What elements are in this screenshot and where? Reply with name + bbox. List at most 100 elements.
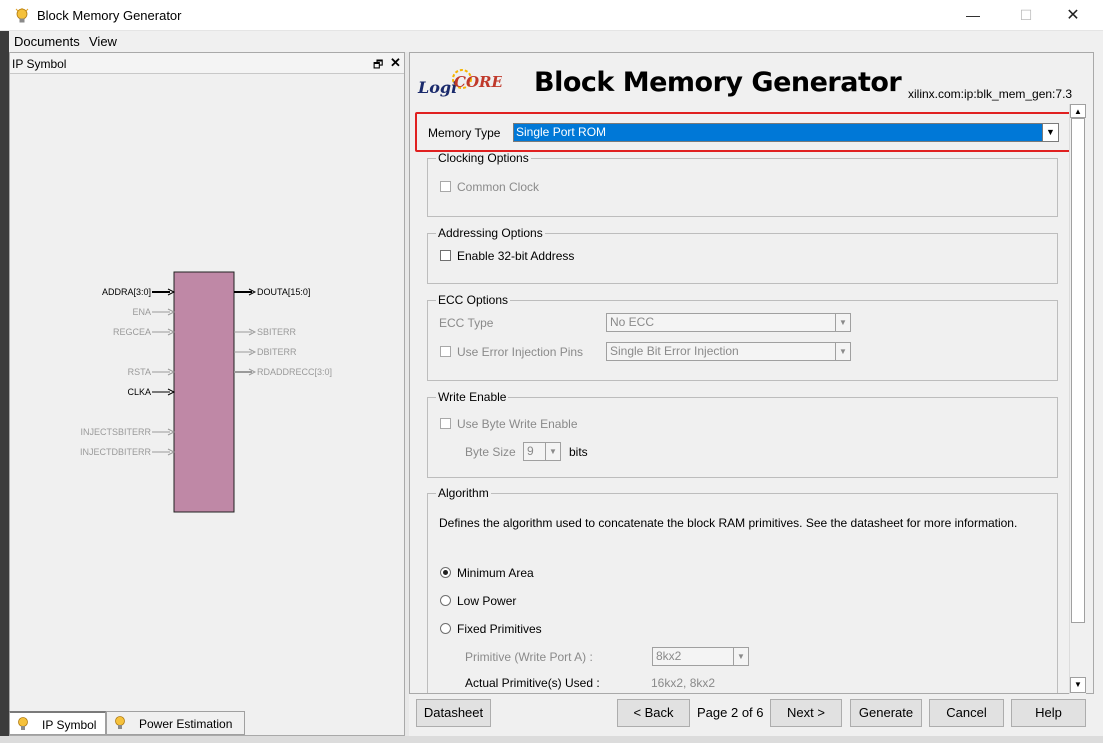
byte-size-select[interactable]: 9 ▼	[523, 442, 561, 461]
byte-size-label: Byte Size	[465, 445, 516, 459]
common-clock-label: Common Clock	[457, 180, 540, 194]
status-strip	[0, 736, 1103, 743]
menu-documents[interactable]: Documents	[14, 34, 80, 49]
next-button[interactable]: Next >	[770, 699, 842, 727]
minimize-button[interactable]: —	[950, 0, 996, 31]
svg-text:Logi: Logi	[417, 78, 457, 97]
cancel-button[interactable]: Cancel	[929, 699, 1004, 727]
symbol-canvas: ADDRA[3:0] ENA REGCEA RSTA CLKA INJECTSBITERR…	[10, 74, 404, 711]
port-label: RDADDRECC[3:0]	[257, 367, 332, 377]
actual-primitive-value: 16kx2, 8kx2	[651, 676, 716, 690]
ip-symbol-diagram: ADDRA[3:0] ENA REGCEA RSTA CLKA INJECTSBITERR…	[80, 271, 332, 513]
minimum-area-label: Minimum Area	[457, 566, 534, 580]
port-label: SBITERR	[257, 327, 297, 337]
addressing-legend: Addressing Options	[438, 226, 543, 240]
maximize-button[interactable]: ☐	[1003, 0, 1049, 31]
tab-ip-symbol[interactable]: IP Symbol	[9, 711, 106, 735]
ecc-legend: ECC Options	[438, 293, 509, 307]
port-label: REGCEA	[113, 327, 151, 337]
help-button[interactable]: Help	[1011, 699, 1086, 727]
ip-identifier: xilinx.com:ip:blk_mem_gen:7.3	[908, 87, 1073, 101]
error-injection-label: Use Error Injection Pins	[457, 345, 584, 359]
scroll-up-icon[interactable]: ▲	[1070, 104, 1086, 118]
write-enable-legend: Write Enable	[438, 390, 507, 404]
back-button[interactable]: < Back	[617, 699, 690, 727]
title-bar: Block Memory Generator — ☐ ✕	[0, 0, 1103, 31]
page-indicator: Page 2 of 6	[697, 705, 764, 720]
page-title: Block Memory Generator	[534, 67, 902, 98]
actual-primitive-label: Actual Primitive(s) Used :	[465, 676, 600, 690]
memory-type-row: Memory Type Single Port ROM ▼	[415, 112, 1071, 152]
algorithm-description: Defines the algorithm used to concatenat…	[439, 516, 1018, 530]
ecc-type-select[interactable]: No ECC ▼	[606, 313, 851, 332]
ecc-type-label: ECC Type	[439, 316, 494, 330]
chevron-down-icon[interactable]: ▼	[1042, 124, 1058, 141]
write-enable-group: Write Enable Use Byte Write Enable Byte …	[427, 390, 1058, 478]
algorithm-legend: Algorithm	[438, 486, 489, 500]
config-panel: Logi CORE Block Memory Generator xilinx.…	[409, 52, 1094, 694]
ecc-type-value: No ECC	[610, 315, 655, 329]
ip-block	[173, 271, 235, 513]
close-panel-icon[interactable]: ✕	[390, 55, 401, 71]
close-window-button[interactable]: ✕	[1050, 0, 1096, 31]
svg-text:CORE: CORE	[454, 73, 502, 91]
error-injection-value: Single Bit Error Injection	[610, 344, 739, 358]
port-label: INJECTSBITERR	[80, 427, 151, 437]
primitive-value: 8kx2	[656, 649, 682, 663]
fixed-primitives-label: Fixed Primitives	[457, 622, 542, 636]
port-label: DOUTA[15:0]	[257, 287, 310, 297]
bulb-icon	[18, 717, 28, 730]
left-panel-tabs: IP Symbol Power Estimation	[9, 709, 409, 736]
radio-low-power[interactable]	[440, 595, 451, 606]
config-scrollbar[interactable]: ▲ ▼	[1069, 104, 1086, 694]
primitive-select[interactable]: 8kx2 ▼	[652, 647, 749, 666]
bulb-icon	[115, 716, 125, 729]
common-clock-checkbox[interactable]	[440, 181, 451, 192]
clocking-options-group: Clocking Options Common Clock	[427, 151, 1058, 217]
radio-minimum-area[interactable]	[440, 567, 451, 578]
tab-label: IP Symbol	[42, 718, 97, 732]
memory-type-label: Memory Type	[428, 126, 501, 140]
chevron-down-icon[interactable]: ▼	[835, 314, 850, 331]
float-panel-icon[interactable]: 🗗	[373, 56, 383, 75]
memory-type-select[interactable]: Single Port ROM ▼	[513, 123, 1059, 142]
byte-write-label: Use Byte Write Enable	[457, 417, 578, 431]
panel-header: IP Symbol 🗗 ✕	[10, 53, 404, 74]
datasheet-button[interactable]: Datasheet	[416, 699, 491, 727]
algorithm-group: Algorithm Defines the algorithm used to …	[427, 486, 1058, 693]
app-bulb-icon	[15, 8, 29, 23]
generate-button[interactable]: Generate	[850, 699, 922, 727]
primitive-label: Primitive (Write Port A) :	[465, 650, 593, 664]
byte-write-checkbox[interactable]	[440, 418, 451, 429]
bits-label: bits	[569, 445, 588, 459]
chevron-down-icon[interactable]: ▼	[545, 443, 560, 460]
port-label: ENA	[132, 307, 151, 317]
error-injection-checkbox[interactable]	[440, 346, 451, 357]
tab-power-estimation[interactable]: Power Estimation	[106, 711, 245, 735]
scroll-thumb[interactable]	[1071, 118, 1085, 623]
enable-32bit-checkbox[interactable]	[440, 250, 451, 261]
ecc-options-group: ECC Options ECC Type No ECC ▼ Use Error …	[427, 293, 1058, 381]
panel-title: IP Symbol	[12, 57, 67, 71]
enable-32bit-label: Enable 32-bit Address	[457, 249, 575, 263]
addressing-options-group: Addressing Options Enable 32-bit Address	[427, 226, 1058, 284]
port-label: INJECTDBITERR	[80, 447, 152, 457]
byte-size-value: 9	[527, 444, 534, 458]
menu-view[interactable]: View	[89, 34, 117, 49]
port-label: RSTA	[128, 367, 151, 377]
tab-label: Power Estimation	[139, 717, 233, 731]
chevron-down-icon[interactable]: ▼	[733, 648, 748, 665]
logicore-logo: Logi CORE	[417, 69, 502, 97]
wizard-button-bar: Datasheet < Back Page 2 of 6 Next > Gene…	[409, 694, 1103, 736]
window-title: Block Memory Generator	[37, 8, 182, 23]
chevron-down-icon[interactable]: ▼	[835, 343, 850, 360]
radio-fixed-primitives[interactable]	[440, 623, 451, 634]
memory-type-value: Single Port ROM	[516, 125, 607, 139]
error-injection-select[interactable]: Single Bit Error Injection ▼	[606, 342, 851, 361]
scroll-down-icon[interactable]: ▼	[1070, 677, 1086, 693]
ip-symbol-panel: IP Symbol 🗗 ✕ ADDRA[3:0] ENA REGCEA RSTA CLK…	[9, 52, 405, 736]
menu-bar: Documents View	[9, 31, 1103, 52]
port-label: CLKA	[127, 387, 151, 397]
port-label: ADDRA[3:0]	[102, 287, 151, 297]
clocking-legend: Clocking Options	[438, 151, 529, 165]
